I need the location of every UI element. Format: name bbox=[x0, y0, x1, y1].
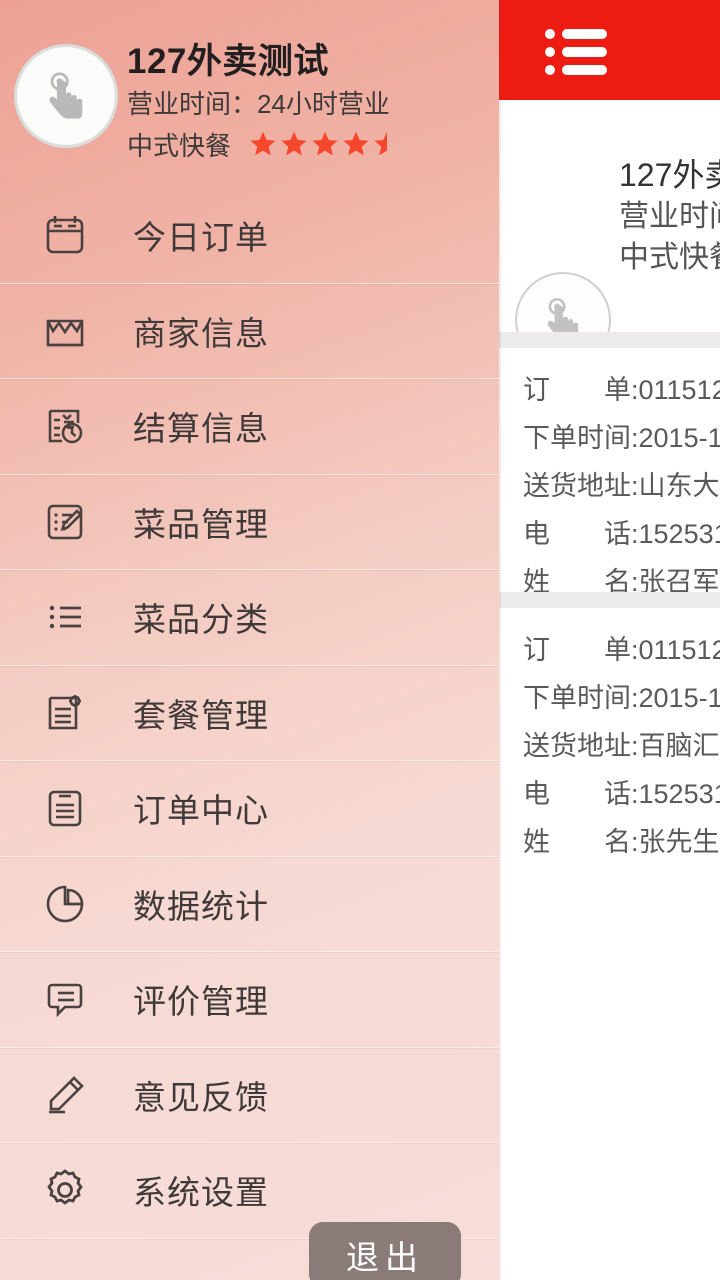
app-store-text: 127外卖测试 营业时间：24小时营业 中式快餐 bbox=[619, 155, 720, 278]
hamburger-list-icon[interactable] bbox=[545, 29, 607, 75]
store-category: 中式快餐 bbox=[127, 130, 232, 161]
storefront-icon bbox=[35, 307, 95, 355]
drawer-header: 127外卖测试 营业时间：24小时营业 中式快餐 bbox=[0, 0, 499, 180]
comment-icon bbox=[35, 975, 95, 1023]
menu-item-label: 菜品分类 bbox=[133, 601, 269, 639]
star-icon bbox=[250, 131, 276, 156]
calendar-icon bbox=[35, 211, 95, 259]
menu-item-today-orders[interactable]: 今日订单 bbox=[0, 188, 499, 284]
logout-area: 退出 bbox=[0, 1222, 499, 1280]
document-gear-icon bbox=[35, 689, 95, 737]
pie-chart-icon bbox=[35, 880, 95, 928]
menu-item-label: 意见反馈 bbox=[133, 1078, 269, 1116]
drawer-menu: 今日订单 商家信息 结算信息 菜品管理 菜品分类 套餐管理 订单中心 数据统计 … bbox=[0, 188, 499, 1239]
menu-item-review-management[interactable]: 评价管理 bbox=[0, 952, 499, 1048]
menu-item-label: 结算信息 bbox=[133, 410, 269, 448]
bullet-list-icon bbox=[35, 593, 95, 641]
order-no-row: 订 单:0115120 bbox=[523, 635, 720, 665]
store-info: 127外卖测试 营业时间：24小时营业 中式快餐 bbox=[127, 40, 497, 164]
store-name: 127外卖测试 bbox=[127, 42, 329, 81]
menu-item-statistics[interactable]: 数据统计 bbox=[0, 857, 499, 952]
menu-item-settlement-info[interactable]: 结算信息 bbox=[0, 379, 499, 475]
store-hours: 营业时间：24小时营业 bbox=[127, 89, 390, 119]
app-store-name: 127外卖测试 bbox=[619, 156, 720, 193]
drawer-edge bbox=[499, 0, 501, 1280]
menu-item-label: 系统设置 bbox=[133, 1174, 269, 1212]
rating-stars bbox=[249, 130, 401, 158]
order-phone-row: 电 话:1525311 bbox=[523, 779, 720, 809]
order-address-row: 送货地址:山东大学 bbox=[523, 471, 720, 501]
app-store-hours: 营业时间：24小时营业 bbox=[619, 199, 720, 233]
menu-item-order-center[interactable]: 订单中心 bbox=[0, 761, 499, 857]
star-icon bbox=[312, 131, 338, 156]
order-time-row: 下单时间:2015-12 bbox=[523, 683, 720, 713]
menu-item-combo-management[interactable]: 套餐管理 bbox=[0, 666, 499, 761]
star-half-icon bbox=[374, 131, 388, 156]
menu-item-dish-category[interactable]: 菜品分类 bbox=[0, 570, 499, 666]
menu-item-label: 菜品管理 bbox=[133, 505, 269, 543]
logout-button[interactable]: 退出 bbox=[309, 1222, 461, 1280]
menu-item-label: 商家信息 bbox=[133, 314, 269, 352]
app-store-category: 中式快餐 bbox=[619, 240, 720, 274]
order-time-row: 下单时间:2015-12 bbox=[523, 423, 720, 453]
clipboard-icon bbox=[35, 784, 95, 832]
menu-item-merchant-info[interactable]: 商家信息 bbox=[0, 284, 499, 379]
settlement-clock-icon bbox=[35, 402, 95, 450]
menu-item-label: 今日订单 bbox=[133, 219, 269, 257]
order-address-row: 送货地址:百脑汇电 bbox=[523, 731, 720, 761]
store-category-row: 中式快餐 bbox=[127, 124, 497, 164]
menu-item-label: 套餐管理 bbox=[133, 696, 269, 734]
menu-item-feedback[interactable]: 意见反馈 bbox=[0, 1048, 499, 1143]
menu-item-dish-management[interactable]: 菜品管理 bbox=[0, 475, 499, 570]
navigation-drawer: 127外卖测试 营业时间：24小时营业 中式快餐 今日订单 商家信息 结算信息 … bbox=[0, 0, 499, 1280]
order-phone-row: 电 话:1525311 bbox=[523, 519, 720, 549]
avatar[interactable] bbox=[14, 44, 118, 148]
order-name-row: 姓 名:张先生 bbox=[523, 827, 720, 857]
star-icon bbox=[343, 131, 369, 156]
menu-item-label: 评价管理 bbox=[133, 983, 269, 1021]
menu-item-label: 数据统计 bbox=[133, 887, 269, 925]
pencil-icon bbox=[35, 1071, 95, 1119]
order-no-row: 订 单:0115120 bbox=[523, 375, 720, 405]
edit-list-icon bbox=[35, 498, 95, 546]
menu-item-label: 订单中心 bbox=[133, 792, 269, 830]
gear-icon bbox=[35, 1166, 95, 1214]
star-icon bbox=[281, 131, 307, 156]
